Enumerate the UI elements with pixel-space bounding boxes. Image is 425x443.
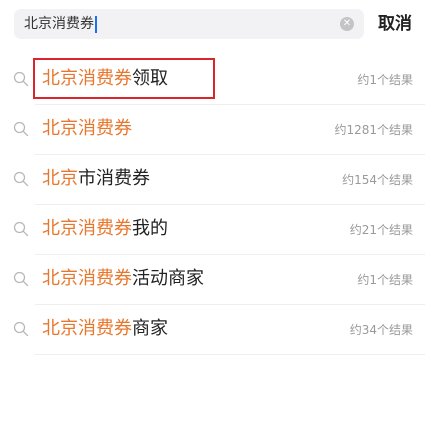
- result-count: 约1281个结果: [334, 123, 413, 137]
- suggestion-rest: 商家: [132, 318, 168, 339]
- suggestion-rest: 我的: [132, 218, 168, 239]
- search-input[interactable]: 北京消费券: [24, 9, 324, 39]
- suggestion-item[interactable]: 北京消费券我的 约21个结果: [0, 205, 425, 255]
- suggestion-label: 北京消费券活动商家: [42, 266, 204, 292]
- suggestion-label: 北京消费券商家: [42, 316, 168, 342]
- search-icon: [13, 321, 29, 337]
- result-count: 约21个结果: [349, 223, 413, 237]
- cancel-button[interactable]: 取消: [378, 12, 412, 36]
- search-icon: [13, 271, 29, 287]
- suggestion-label: 北京消费券: [42, 116, 132, 142]
- search-box[interactable]: 北京消费券 ✕: [14, 9, 364, 39]
- suggestion-item[interactable]: 北京消费券商家 约34个结果: [0, 305, 425, 355]
- suggestion-item[interactable]: 北京市消费券 约154个结果: [0, 155, 425, 205]
- result-count: 约1个结果: [357, 73, 413, 87]
- suggestion-rest: 市消费券: [78, 168, 150, 189]
- clear-icon[interactable]: ✕: [340, 17, 354, 31]
- suggestion-item[interactable]: 北京消费券领取 约1个结果: [0, 55, 425, 105]
- result-count: 约154个结果: [342, 173, 413, 187]
- suggestion-highlight: 北京消费券: [42, 118, 132, 139]
- suggestion-highlight: 北京消费券: [42, 218, 132, 239]
- suggestion-rest: 活动商家: [132, 268, 204, 289]
- suggestion-highlight: 北京消费券: [42, 268, 132, 289]
- result-count: 约1个结果: [357, 273, 413, 287]
- result-count: 约34个结果: [349, 323, 413, 337]
- suggestion-label: 北京市消费券: [42, 166, 150, 192]
- search-icon: [13, 71, 29, 87]
- suggestion-item[interactable]: 北京消费券活动商家 约1个结果: [0, 255, 425, 305]
- search-input-text: 北京消费券: [24, 16, 94, 32]
- divider: [35, 354, 425, 355]
- search-header: 北京消费券 ✕ 取消: [0, 0, 425, 46]
- suggestion-item[interactable]: 北京消费券 约1281个结果: [0, 105, 425, 155]
- selection-highlight-box: [33, 58, 215, 99]
- suggestion-label: 北京消费券我的: [42, 216, 168, 242]
- suggestion-highlight: 北京: [42, 168, 78, 189]
- search-icon: [13, 121, 29, 137]
- suggestion-list: 北京消费券领取 约1个结果 北京消费券 约1281个结果 北京市消费券 约154…: [0, 55, 425, 355]
- suggestion-highlight: 北京消费券: [42, 318, 132, 339]
- search-icon: [13, 221, 29, 237]
- search-icon: [13, 171, 29, 187]
- search-screen: 北京消费券 ✕ 取消 北京消费券领取 约1个结果 北京消费券 约1281个结果 …: [0, 0, 425, 443]
- text-caret: [95, 15, 97, 33]
